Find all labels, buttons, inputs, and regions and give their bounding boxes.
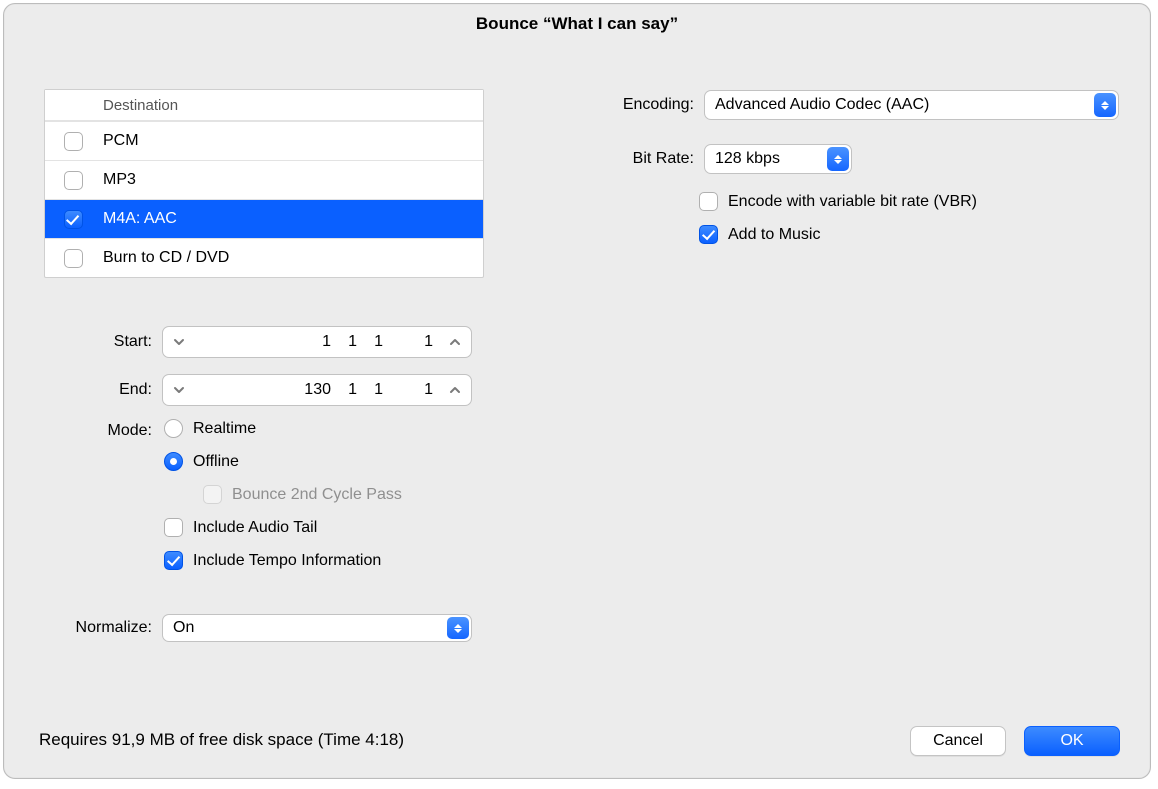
normalize-popup[interactable]: On xyxy=(162,614,472,642)
mode-checkbox-include-tail[interactable] xyxy=(164,518,183,537)
mode-bounce-2nd: Bounce 2nd Cycle Pass xyxy=(164,485,402,504)
destination-checkbox-mp3[interactable] xyxy=(64,171,83,190)
normalize-value: On xyxy=(173,619,194,637)
end-bar[interactable]: 130 xyxy=(287,381,331,399)
mode-offline-label: Offline xyxy=(193,453,239,471)
mode-include-tail[interactable]: Include Audio Tail xyxy=(164,518,402,537)
normalize-row: Normalize: On xyxy=(44,614,472,642)
destination-label: PCM xyxy=(101,132,483,150)
chevron-updown-icon xyxy=(447,617,469,639)
vbr-label: Encode with variable bit rate (VBR) xyxy=(728,193,977,211)
disk-space-status: Requires 91,9 MB of free disk space (Tim… xyxy=(39,730,404,750)
start-div[interactable]: 1 xyxy=(359,333,383,351)
encoding-label: Encoding: xyxy=(574,96,704,114)
end-row: End: 130 1 1 1 xyxy=(44,374,472,406)
destination-header: Destination xyxy=(45,90,483,121)
mode-offline[interactable]: Offline xyxy=(164,452,402,471)
destination-header-label: Destination xyxy=(101,97,178,114)
ok-button[interactable]: OK xyxy=(1024,726,1120,756)
bitrate-row: Bit Rate: 128 kbps xyxy=(574,144,852,174)
vbr-checkbox[interactable] xyxy=(699,192,718,211)
normalize-label: Normalize: xyxy=(44,619,162,637)
mode-bounce-2nd-label: Bounce 2nd Cycle Pass xyxy=(232,486,402,504)
start-beat[interactable]: 1 xyxy=(333,333,357,351)
end-tick[interactable]: 1 xyxy=(385,381,433,399)
end-position-field[interactable]: 130 1 1 1 xyxy=(162,374,472,406)
encoding-popup[interactable]: Advanced Audio Codec (AAC) xyxy=(704,90,1119,120)
mode-radio-realtime[interactable] xyxy=(164,419,183,438)
destination-label: MP3 xyxy=(101,171,483,189)
add-to-music-option[interactable]: Add to Music xyxy=(699,225,977,244)
encoding-row: Encoding: Advanced Audio Codec (AAC) xyxy=(574,90,1119,120)
destination-checkbox-m4a[interactable] xyxy=(64,210,83,229)
start-step-up[interactable] xyxy=(439,336,471,348)
end-div[interactable]: 1 xyxy=(359,381,383,399)
start-label: Start: xyxy=(44,333,162,351)
destination-row-burn[interactable]: Burn to CD / DVD xyxy=(45,238,483,277)
encoding-value: Advanced Audio Codec (AAC) xyxy=(715,96,929,114)
end-label: End: xyxy=(44,381,162,399)
add-to-music-label: Add to Music xyxy=(728,226,820,244)
start-tick[interactable]: 1 xyxy=(385,333,433,351)
mode-realtime-label: Realtime xyxy=(193,420,256,438)
mode-include-tail-label: Include Audio Tail xyxy=(193,519,317,537)
bounce-dialog: Bounce “What I can say” Destination PCM … xyxy=(3,3,1151,779)
window-title: Bounce “What I can say” xyxy=(4,4,1150,44)
chevron-updown-icon xyxy=(827,147,849,171)
end-step-up[interactable] xyxy=(439,384,471,396)
destination-label: M4A: AAC xyxy=(101,210,483,228)
destination-table: Destination PCM MP3 M4A: AAC Burn to CD … xyxy=(44,89,484,278)
mode-row: Mode: xyxy=(44,422,162,440)
mode-radio-offline[interactable] xyxy=(164,452,183,471)
start-position-field[interactable]: 1 1 1 1 xyxy=(162,326,472,358)
end-step-down[interactable] xyxy=(163,384,195,396)
cancel-button[interactable]: Cancel xyxy=(910,726,1006,756)
destination-label: Burn to CD / DVD xyxy=(101,249,483,267)
start-step-down[interactable] xyxy=(163,336,195,348)
mode-checkbox-include-tempo[interactable] xyxy=(164,551,183,570)
destination-row-m4a[interactable]: M4A: AAC xyxy=(45,199,483,238)
mode-realtime[interactable]: Realtime xyxy=(164,419,402,438)
start-bar[interactable]: 1 xyxy=(287,333,331,351)
vbr-option[interactable]: Encode with variable bit rate (VBR) xyxy=(699,192,977,211)
destination-row-mp3[interactable]: MP3 xyxy=(45,160,483,199)
bitrate-value: 128 kbps xyxy=(715,150,780,168)
mode-include-tempo-label: Include Tempo Information xyxy=(193,552,381,570)
chevron-updown-icon xyxy=(1094,93,1116,117)
mode-checkbox-bounce-2nd xyxy=(203,485,222,504)
cancel-button-label: Cancel xyxy=(933,732,983,750)
bitrate-label: Bit Rate: xyxy=(574,150,704,168)
bitrate-popup[interactable]: 128 kbps xyxy=(704,144,852,174)
destination-row-pcm[interactable]: PCM xyxy=(45,121,483,160)
ok-button-label: OK xyxy=(1060,732,1083,750)
end-beat[interactable]: 1 xyxy=(333,381,357,399)
mode-label: Mode: xyxy=(44,422,162,440)
start-row: Start: 1 1 1 1 xyxy=(44,326,472,358)
add-to-music-checkbox[interactable] xyxy=(699,225,718,244)
destination-checkbox-pcm[interactable] xyxy=(64,132,83,151)
destination-checkbox-burn[interactable] xyxy=(64,249,83,268)
mode-include-tempo[interactable]: Include Tempo Information xyxy=(164,551,402,570)
